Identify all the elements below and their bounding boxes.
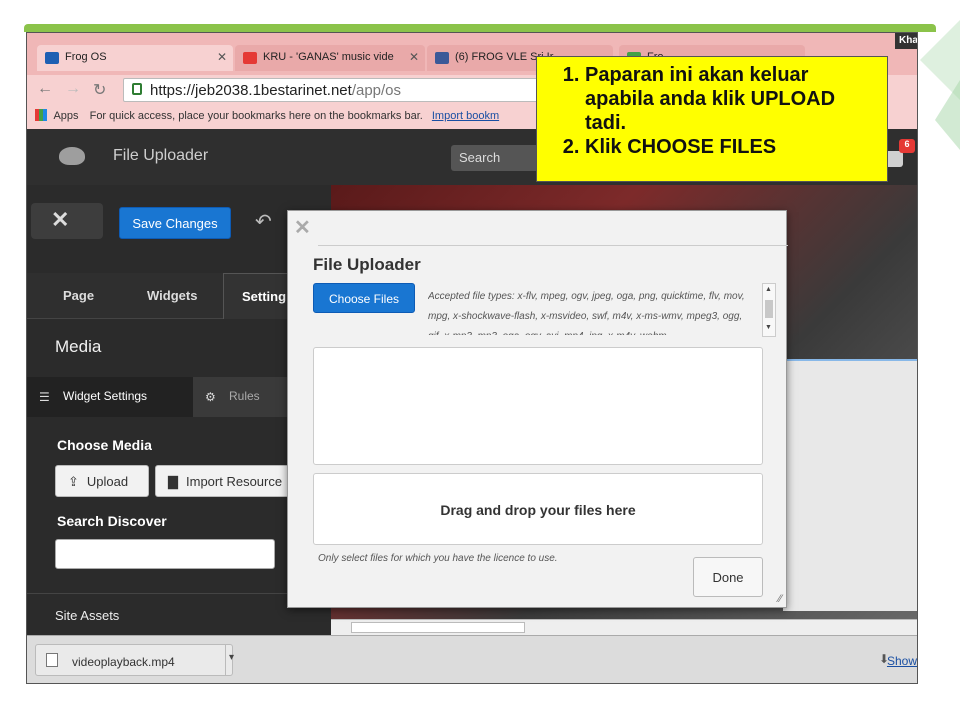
download-item[interactable]: videoplayback.mp4 <box>35 644 233 676</box>
panel-tabs: Page Widgets Setting <box>27 273 327 319</box>
tab-kru-ganas[interactable]: KRU - 'GANAS' music vide ✕ <box>235 45 425 71</box>
tab-page[interactable]: Page <box>63 288 94 303</box>
forward-arrow-icon[interactable]: → <box>65 80 81 98</box>
choose-files-button[interactable]: Choose Files <box>313 283 415 313</box>
undo-icon[interactable]: ↶ <box>255 209 272 234</box>
import-label: Import Resource <box>186 474 283 489</box>
subtab-label: Widget Settings <box>63 389 148 403</box>
reload-icon[interactable]: ↻ <box>93 80 106 100</box>
upload-label: Upload <box>86 474 129 489</box>
url-omnibox[interactable]: https://jeb2038.1bestarinet.net/app/os <box>123 78 543 102</box>
section-title: Media <box>55 337 102 356</box>
gears-icon: ⚙ <box>205 390 216 404</box>
scrollbar-thumb[interactable] <box>351 622 525 633</box>
apps-grid-icon[interactable] <box>35 109 47 121</box>
settings-subtabs: ☰ Widget Settings ⚙ Rules <box>27 377 327 417</box>
file-uploader-dialog: ✕ File Uploader Choose Files Accepted fi… <box>287 210 788 608</box>
widget-settings-panel: ✕ Save Changes ↶ Page Widgets Setting Me… <box>27 185 327 635</box>
folder-icon: ▇ <box>168 474 178 489</box>
downloads-bar: videoplayback.mp4 ▾ ⬇ Show <box>27 635 917 683</box>
file-drop-zone[interactable]: Drag and drop your files here <box>313 473 763 545</box>
app-title: File Uploader <box>113 147 209 164</box>
dialog-title: File Uploader <box>313 255 421 274</box>
upload-button[interactable]: ⇪ Upload <box>55 465 149 497</box>
instruction-callout: Paparan ini akan keluar apabila anda kli… <box>536 56 888 182</box>
lock-icon <box>132 83 142 95</box>
sliders-icon: ☰ <box>39 390 50 404</box>
slide-header-bar <box>24 24 936 32</box>
tab-widgets[interactable]: Widgets <box>147 288 197 303</box>
back-arrow-icon[interactable]: ← <box>37 80 53 98</box>
accepted-types-scrollbar[interactable]: ▲ ▼ <box>762 283 776 337</box>
search-discover-input[interactable] <box>55 539 275 569</box>
search-discover-heading: Search Discover <box>57 513 167 529</box>
scroll-down-icon[interactable]: ▼ <box>765 324 772 331</box>
file-icon <box>46 653 58 667</box>
close-tab-icon[interactable]: ✕ <box>409 50 419 64</box>
subtab-widget-settings[interactable]: ☰ Widget Settings <box>27 377 193 417</box>
instruction-step: Paparan ini akan keluar apabila anda kli… <box>585 63 879 135</box>
facebook-favicon-icon <box>435 52 449 64</box>
resize-handle-icon[interactable]: ⁄⁄ <box>778 593 782 605</box>
dialog-divider <box>318 245 788 246</box>
save-changes-button[interactable]: Save Changes <box>119 207 231 239</box>
background-widget-card <box>783 359 917 611</box>
notification-badge: 6 <box>899 139 915 153</box>
url-host: https://jeb2038.1bestarinet.net <box>150 82 352 99</box>
download-file-name: videoplayback.mp4 <box>72 655 175 669</box>
selected-files-list <box>313 347 763 465</box>
subtab-label: Rules <box>229 389 260 403</box>
bookmarks-hint: For quick access, place your bookmarks h… <box>89 110 423 122</box>
frog-favicon-icon <box>45 52 59 64</box>
licence-note: Only select files for which you have the… <box>318 553 558 564</box>
subtab-rules[interactable]: ⚙ Rules <box>193 377 260 417</box>
frog-search-input[interactable]: Search <box>451 145 541 171</box>
download-menu-icon[interactable]: ▾ <box>225 644 239 676</box>
instruction-step: Klik CHOOSE FILES <box>585 135 879 159</box>
choose-media-heading: Choose Media <box>57 437 152 453</box>
apps-link[interactable]: Apps <box>53 110 78 122</box>
frog-logo-icon[interactable] <box>59 147 85 165</box>
scrollbar-thumb[interactable] <box>765 300 773 318</box>
horizontal-scrollbar[interactable] <box>331 619 917 635</box>
tab-label: KRU - 'GANAS' music vide <box>263 51 394 63</box>
show-all-downloads-link[interactable]: Show <box>887 654 917 668</box>
upload-icon: ⇪ <box>68 474 79 489</box>
done-button[interactable]: Done <box>693 557 763 597</box>
site-assets-section[interactable]: Site Assets <box>27 593 327 635</box>
import-bookmarks-link[interactable]: Import bookm <box>432 110 499 122</box>
youtube-favicon-icon <box>243 52 257 64</box>
close-icon[interactable]: ✕ <box>51 207 69 233</box>
scroll-up-icon[interactable]: ▲ <box>765 286 772 293</box>
accepted-file-types: Accepted file types: x-flv, mpeg, ogv, j… <box>428 291 745 335</box>
tab-label: Frog OS <box>65 51 107 63</box>
profile-label[interactable]: Kha <box>895 33 917 49</box>
tab-frog-os[interactable]: Frog OS ✕ <box>37 45 233 71</box>
close-tab-icon[interactable]: ✕ <box>217 50 227 64</box>
url-path: /app/os <box>351 82 402 99</box>
close-icon[interactable]: ✕ <box>294 215 311 240</box>
